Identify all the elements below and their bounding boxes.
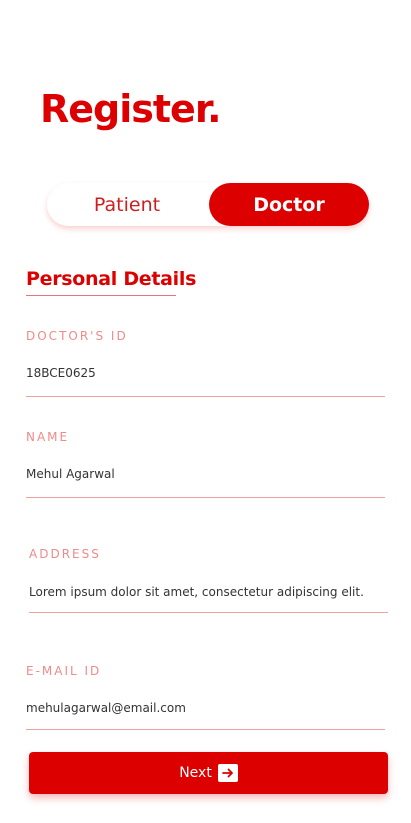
section-title-underline xyxy=(26,295,176,296)
email-input[interactable] xyxy=(26,700,381,716)
toggle-option-doctor[interactable]: Doctor xyxy=(209,183,369,226)
next-button-label: Next xyxy=(179,765,212,781)
name-input[interactable] xyxy=(26,466,381,482)
email-label: E-MAIL ID xyxy=(26,664,102,678)
name-label: NAME xyxy=(26,430,70,444)
section-title: Personal Details xyxy=(26,268,197,290)
role-toggle: Patient Doctor xyxy=(47,183,369,226)
address-label: ADDRESS xyxy=(29,547,101,561)
toggle-option-patient[interactable]: Patient xyxy=(47,183,207,226)
doctor-id-label: DOCTOR'S ID xyxy=(26,329,128,343)
address-underline xyxy=(29,612,388,613)
arrow-right-icon xyxy=(217,764,238,782)
name-underline xyxy=(26,497,385,498)
email-underline xyxy=(26,729,385,730)
next-button[interactable]: Next xyxy=(29,752,388,794)
doctor-id-input[interactable] xyxy=(26,365,381,381)
address-input[interactable] xyxy=(29,584,384,600)
page-title: Register. xyxy=(40,87,222,131)
doctor-id-underline xyxy=(26,396,385,397)
